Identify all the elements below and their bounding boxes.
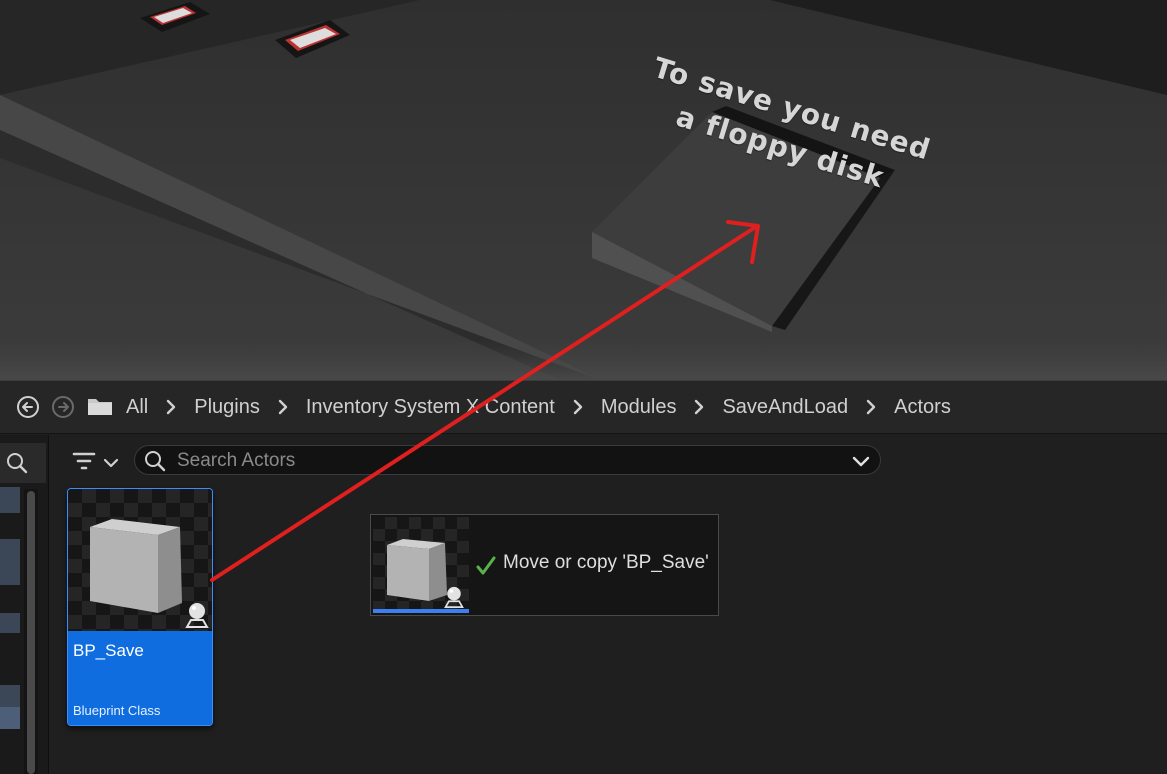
breadcrumb-item-inventory-system-x-content[interactable]: Inventory System X Content [306, 396, 555, 419]
breadcrumb-item-modules[interactable]: Modules [601, 396, 677, 419]
content-browser-path-bar: All Plugins Inventory System X Content M… [0, 380, 1167, 434]
sources-search-button[interactable] [0, 443, 46, 483]
search-input[interactable] [175, 448, 829, 474]
search-icon [5, 451, 29, 479]
chevron-right-icon[interactable] [555, 396, 601, 419]
chevron-right-icon[interactable] [848, 396, 894, 419]
search-icon [143, 449, 167, 477]
drag-drop-tooltip: Move or copy 'BP_Save' [370, 514, 719, 616]
asset-tile-bp-save[interactable]: BP_Save Blueprint Class [67, 488, 213, 726]
breadcrumb-item-actors[interactable]: Actors [894, 396, 951, 419]
asset-name: BP_Save [73, 641, 144, 660]
folder-tree-row[interactable] [0, 539, 20, 585]
breadcrumb-item-all[interactable]: All [126, 396, 148, 419]
search-actors-box [134, 445, 881, 475]
circle-arrow-left-icon[interactable] [16, 395, 40, 419]
sources-panel [0, 435, 49, 774]
breadcrumb: All Plugins Inventory System X Content M… [126, 381, 951, 433]
folder-tree-row[interactable] [0, 685, 20, 707]
viewport-scene [0, 0, 1167, 380]
chevron-down-icon[interactable] [852, 454, 870, 473]
asset-type: Blueprint Class [73, 703, 161, 718]
scrollbar-thumb[interactable] [27, 491, 35, 774]
folder-tree-row-selected[interactable] [0, 707, 20, 729]
breadcrumb-item-plugins[interactable]: Plugins [194, 396, 260, 419]
level-viewport[interactable]: To save you need a floppy disk [0, 0, 1167, 380]
actor-class-icon [184, 601, 210, 633]
chevron-down-icon [103, 454, 119, 473]
chevron-right-icon[interactable] [676, 396, 722, 419]
filter-button[interactable] [70, 446, 122, 476]
breadcrumb-item-saveandload[interactable]: SaveAndLoad [722, 396, 848, 419]
drag-thumbnail [373, 517, 469, 613]
folder-tree-row[interactable] [0, 613, 20, 633]
checkmark-icon [475, 555, 497, 581]
circle-arrow-right-icon[interactable] [51, 395, 75, 419]
drag-progress-underline [373, 609, 469, 613]
filter-icon [72, 450, 96, 476]
asset-label-area: BP_Save Blueprint Class [68, 631, 212, 725]
chevron-right-icon[interactable] [260, 396, 306, 419]
chevron-right-icon[interactable] [148, 396, 194, 419]
folder-icon[interactable] [86, 394, 114, 418]
folder-tree-row[interactable] [0, 487, 20, 513]
asset-thumbnail [68, 489, 212, 631]
drag-message: Move or copy 'BP_Save' [503, 552, 709, 573]
